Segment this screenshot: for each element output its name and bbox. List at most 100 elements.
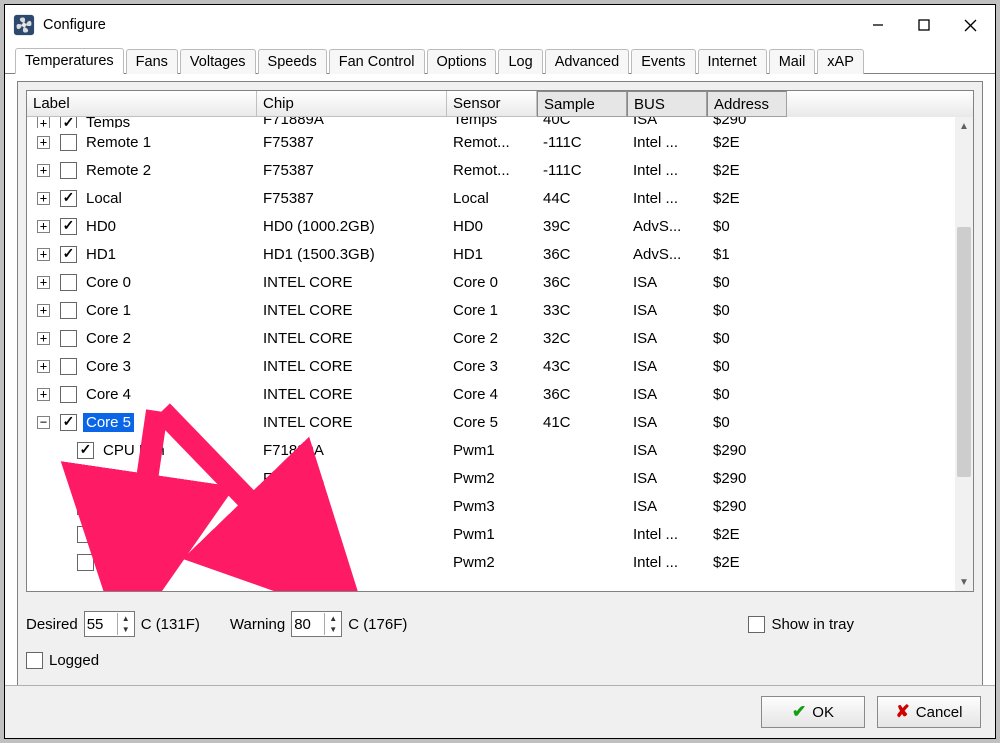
cell-sample: 41C [537, 414, 627, 431]
expand-icon[interactable]: + [37, 117, 50, 128]
row-checkbox[interactable]: ✓ [60, 218, 77, 235]
expand-icon[interactable]: + [37, 164, 50, 177]
tree-row[interactable]: Pwm2F75387Pwm2Intel ...$2E [27, 548, 955, 576]
tree-row[interactable]: Pwm1F75387Pwm1Intel ...$2E [27, 520, 955, 548]
scroll-up-icon[interactable]: ▲ [955, 117, 973, 135]
tree-row[interactable]: +✓HD0HD0 (1000.2GB)HD039CAdvS...$0 [27, 212, 955, 240]
tab-advanced[interactable]: Advanced [545, 49, 630, 74]
tab-mail[interactable]: Mail [769, 49, 816, 74]
cell-sensor: HD0 [447, 218, 537, 235]
tree-row[interactable]: +✓TempsF71889ATemps40CISA$290 [27, 117, 955, 128]
scroll-thumb[interactable] [957, 227, 971, 477]
row-checkbox[interactable] [77, 526, 94, 543]
row-checkbox[interactable] [60, 302, 77, 319]
row-checkbox[interactable] [60, 134, 77, 151]
expand-icon[interactable]: + [37, 192, 50, 205]
row-checkbox[interactable]: ✓ [60, 190, 77, 207]
tab-events[interactable]: Events [631, 49, 695, 74]
cancel-button[interactable]: ✘ Cancel [877, 696, 981, 728]
tree-row[interactable]: +Core 0INTEL CORECore 036CISA$0 [27, 268, 955, 296]
maximize-button[interactable] [901, 10, 947, 40]
row-label: Core 5 [83, 413, 134, 432]
cell-addr: $0 [707, 274, 787, 291]
desired-input[interactable] [85, 613, 117, 635]
close-button[interactable] [947, 10, 993, 40]
column-header-bus[interactable]: BUS [627, 91, 707, 117]
expand-icon[interactable]: + [37, 388, 50, 401]
spinner-arrows-icon[interactable]: ▲▼ [324, 613, 341, 635]
tree-row[interactable]: +Core 3INTEL CORECore 343CISA$0 [27, 352, 955, 380]
row-checkbox[interactable] [60, 274, 77, 291]
tree-row[interactable]: Pwm3F71889APwm3ISA$290 [27, 492, 955, 520]
cell-addr: $290 [707, 498, 787, 515]
tree-row[interactable]: ✓CPU FanF71889APwm1ISA$290 [27, 436, 955, 464]
tree-row[interactable]: Pwm2F71889APwm2ISA$290 [27, 464, 955, 492]
cell-bus: Intel ... [627, 134, 707, 151]
cell-sensor: Core 4 [447, 386, 537, 403]
row-checkbox[interactable] [60, 330, 77, 347]
show-in-tray-checkbox[interactable] [748, 616, 765, 633]
tree-row[interactable]: +✓LocalF75387Local44CIntel ...$2E [27, 184, 955, 212]
tree-row[interactable]: −✓Core 5INTEL CORECore 541CISA$0 [27, 408, 955, 436]
cancel-label: Cancel [916, 704, 963, 721]
row-checkbox[interactable] [60, 358, 77, 375]
collapse-icon[interactable]: − [37, 416, 50, 429]
row-checkbox[interactable] [60, 386, 77, 403]
sensor-tree[interactable]: LabelChipSensorSampleBUSAddress +✓TempsF… [26, 90, 974, 592]
check-icon: ✔ [792, 702, 806, 722]
cell-sample: 36C [537, 246, 627, 263]
minimize-button[interactable] [855, 10, 901, 40]
row-checkbox[interactable] [77, 554, 94, 571]
column-header-chip[interactable]: Chip [257, 91, 447, 117]
tab-temperatures[interactable]: Temperatures [15, 48, 124, 74]
row-checkbox[interactable]: ✓ [60, 414, 77, 431]
row-label: Pwm2 [100, 469, 148, 488]
row-checkbox[interactable] [60, 162, 77, 179]
vertical-scrollbar[interactable]: ▲ ▼ [955, 117, 973, 591]
desired-stepper[interactable]: ▲▼ [84, 611, 135, 637]
titlebar: Configure [5, 5, 995, 45]
ok-label: OK [812, 704, 834, 721]
cell-bus: Intel ... [627, 162, 707, 179]
row-checkbox[interactable]: ✓ [77, 442, 94, 459]
logged-checkbox[interactable] [26, 652, 43, 669]
row-checkbox[interactable] [77, 498, 94, 515]
row-checkbox[interactable]: ✓ [60, 117, 77, 128]
column-header-sample[interactable]: Sample [537, 91, 627, 117]
scroll-down-icon[interactable]: ▼ [955, 573, 973, 591]
expand-icon[interactable]: + [37, 360, 50, 373]
tab-options[interactable]: Options [427, 49, 497, 74]
expand-icon[interactable]: + [37, 304, 50, 317]
tree-row[interactable]: +✓HD1HD1 (1500.3GB)HD136CAdvS...$1 [27, 240, 955, 268]
tree-row[interactable]: +Remote 2F75387Remot...-111CIntel ...$2E [27, 156, 955, 184]
tree-row[interactable]: +Remote 1F75387Remot...-111CIntel ...$2E [27, 128, 955, 156]
column-header-sensor[interactable]: Sensor [447, 91, 537, 117]
tab-xap[interactable]: xAP [817, 49, 864, 74]
row-label: Core 4 [83, 385, 134, 404]
cell-addr: $0 [707, 330, 787, 347]
expand-icon[interactable]: + [37, 248, 50, 261]
tab-log[interactable]: Log [498, 49, 542, 74]
expand-icon[interactable]: + [37, 136, 50, 149]
tab-voltages[interactable]: Voltages [180, 49, 256, 74]
ok-button[interactable]: ✔ OK [761, 696, 865, 728]
spinner-arrows-icon[interactable]: ▲▼ [117, 613, 134, 635]
tree-row[interactable]: +Core 4INTEL CORECore 436CISA$0 [27, 380, 955, 408]
warning-input[interactable] [292, 613, 324, 635]
tab-fan-control[interactable]: Fan Control [329, 49, 425, 74]
row-checkbox[interactable]: ✓ [60, 246, 77, 263]
column-header-address[interactable]: Address [707, 91, 787, 117]
warning-label: Warning [230, 616, 285, 633]
expand-icon[interactable]: + [37, 220, 50, 233]
tab-fans[interactable]: Fans [126, 49, 178, 74]
tree-row[interactable]: +Core 1INTEL CORECore 133CISA$0 [27, 296, 955, 324]
cell-addr: $290 [707, 470, 787, 487]
tab-internet[interactable]: Internet [698, 49, 767, 74]
warning-stepper[interactable]: ▲▼ [291, 611, 342, 637]
column-header-label[interactable]: Label [27, 91, 257, 117]
tab-speeds[interactable]: Speeds [258, 49, 327, 74]
expand-icon[interactable]: + [37, 332, 50, 345]
tree-row[interactable]: +Core 2INTEL CORECore 232CISA$0 [27, 324, 955, 352]
row-checkbox[interactable] [77, 470, 94, 487]
expand-icon[interactable]: + [37, 276, 50, 289]
